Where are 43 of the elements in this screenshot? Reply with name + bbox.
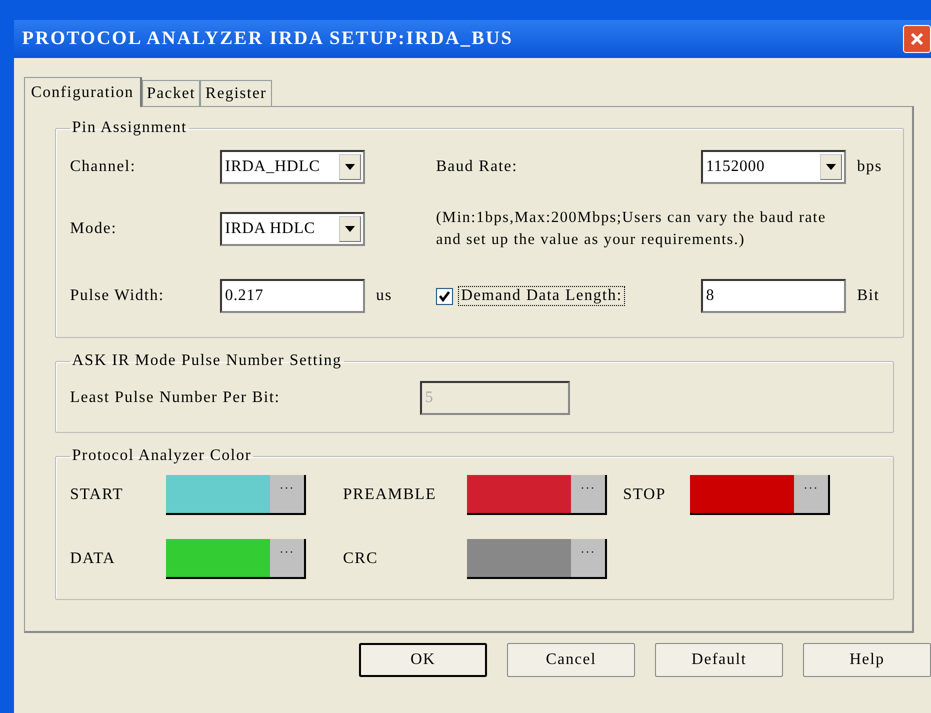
color-picker[interactable]: ··· bbox=[467, 475, 607, 515]
dialog-button[interactable]: Cancel bbox=[507, 643, 636, 677]
browse-button[interactable]: ··· bbox=[571, 475, 605, 513]
dialog-button[interactable]: Help bbox=[803, 643, 931, 677]
pulse-width-field[interactable]: 0.217 bbox=[220, 279, 365, 313]
group-title: ASK IR Mode Pulse Number Setting bbox=[71, 352, 343, 370]
browse-button[interactable]: ··· bbox=[270, 475, 304, 513]
color-picker[interactable]: ··· bbox=[166, 539, 306, 579]
browse-button[interactable]: ··· bbox=[571, 539, 605, 577]
color-label: STOP bbox=[623, 486, 667, 504]
unit-label: bps bbox=[856, 158, 884, 176]
group-title: Protocol Analyzer Color bbox=[71, 447, 252, 465]
close-icon[interactable] bbox=[903, 25, 931, 53]
field-label: Channel: bbox=[70, 157, 137, 177]
checkbox[interactable] bbox=[436, 288, 453, 304]
color-label: DATA bbox=[70, 550, 116, 568]
color-picker[interactable]: ··· bbox=[690, 475, 830, 515]
tab[interactable]: Packet bbox=[142, 80, 200, 106]
color-label: START bbox=[70, 486, 124, 504]
dialog-button[interactable]: OK bbox=[359, 643, 488, 677]
tab[interactable]: Configuration bbox=[24, 77, 142, 107]
field-label: Least Pulse Number Per Bit: bbox=[70, 389, 282, 407]
checkbox-label[interactable]: Demand Data Length: bbox=[459, 287, 624, 305]
field-label: Baud Rate: bbox=[436, 158, 519, 176]
dialog-button[interactable]: Default bbox=[655, 643, 784, 677]
data-length-field[interactable]: 8 bbox=[701, 279, 846, 313]
group-title: Pin Assignment bbox=[71, 119, 188, 137]
mode-dropdown[interactable]: IRDA HDLC bbox=[220, 212, 365, 246]
color-picker[interactable]: ··· bbox=[166, 475, 306, 515]
browse-button[interactable]: ··· bbox=[794, 475, 828, 513]
color-label: CRC bbox=[343, 550, 380, 568]
unit-label: us bbox=[375, 287, 394, 305]
field-label: Pulse Width: bbox=[70, 286, 166, 306]
channel-dropdown[interactable]: IRDA_HDLC bbox=[220, 150, 365, 184]
browse-button[interactable]: ··· bbox=[270, 539, 304, 577]
baud-rate-note: (Min:1bps,Max:200Mbps;Users can vary the baud rate and set up the value as your requirements.) bbox=[436, 208, 828, 250]
field-label: Mode: bbox=[70, 219, 118, 239]
color-picker[interactable]: ··· bbox=[467, 539, 607, 579]
unit-label: Bit bbox=[856, 287, 881, 305]
baud-rate-dropdown[interactable]: 1152000 bbox=[701, 150, 846, 184]
window-title: PROTOCOL ANALYZER IRDA SETUP:IRDA_BUS bbox=[21, 28, 514, 50]
color-label: PREAMBLE bbox=[343, 486, 438, 504]
tab[interactable]: Register bbox=[200, 80, 272, 106]
